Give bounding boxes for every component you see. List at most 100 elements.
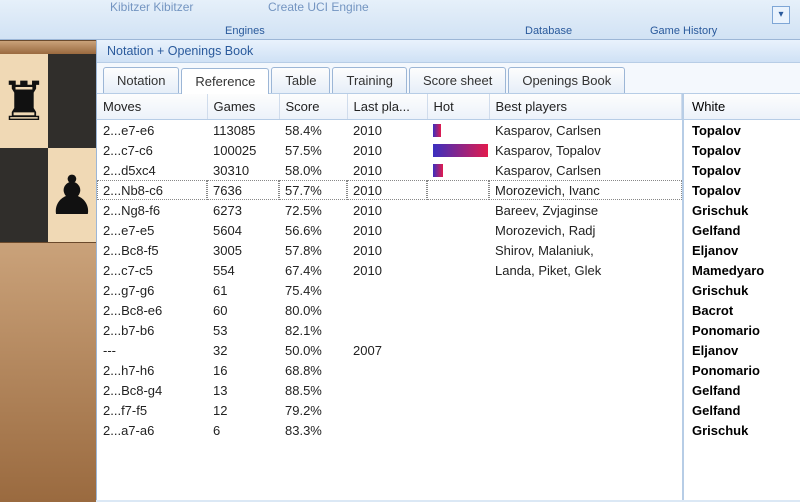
hot-cell bbox=[427, 160, 489, 180]
white-player-item[interactable]: Bacrot bbox=[684, 300, 800, 320]
move-cell: 2...c7-c5 bbox=[97, 260, 207, 280]
best-cell bbox=[489, 340, 682, 360]
best-cell: Morozevich, Radj bbox=[489, 220, 682, 240]
col-white[interactable]: White bbox=[684, 94, 800, 120]
table-row[interactable]: 2...d5xc43031058.0%2010Kasparov, Carlsen bbox=[97, 160, 682, 180]
white-player-item[interactable]: Mamedyaro bbox=[684, 260, 800, 280]
table-row[interactable]: 2...Nb8-c6763657.7%2010Morozevich, Ivanc bbox=[97, 180, 682, 200]
col-moves[interactable]: Moves bbox=[97, 94, 207, 120]
games-cell: 6273 bbox=[207, 200, 279, 220]
hot-cell bbox=[427, 360, 489, 380]
last-cell bbox=[347, 380, 427, 400]
white-player-item[interactable]: Eljanov bbox=[684, 240, 800, 260]
hot-bar bbox=[433, 164, 443, 177]
white-player-item[interactable]: Gelfand bbox=[684, 380, 800, 400]
table-row[interactable]: 2...a7-a6683.3% bbox=[97, 420, 682, 440]
games-cell: 113085 bbox=[207, 120, 279, 141]
score-cell: 80.0% bbox=[279, 300, 347, 320]
move-cell: 2...c7-c6 bbox=[97, 140, 207, 160]
score-cell: 57.5% bbox=[279, 140, 347, 160]
tab-score-sheet[interactable]: Score sheet bbox=[409, 67, 506, 93]
ribbon-fragment-uci[interactable]: Create UCI Engine bbox=[268, 0, 369, 14]
games-cell: 7636 bbox=[207, 180, 279, 200]
table-row[interactable]: 2...h7-h61668.8% bbox=[97, 360, 682, 380]
square-rook[interactable]: ♜ bbox=[0, 54, 48, 148]
move-cell: 2...d5xc4 bbox=[97, 160, 207, 180]
white-player-item[interactable]: Topalov bbox=[684, 160, 800, 180]
hot-cell bbox=[427, 120, 489, 141]
tab-notation[interactable]: Notation bbox=[103, 67, 179, 93]
table-row[interactable]: 2...Bc8-f5300557.8%2010Shirov, Malaniuk, bbox=[97, 240, 682, 260]
move-cell: --- bbox=[97, 340, 207, 360]
table-row[interactable]: 2...c7-c555467.4%2010Landa, Piket, Glek bbox=[97, 260, 682, 280]
white-player-item[interactable]: Ponomario bbox=[684, 360, 800, 380]
table-row[interactable]: 2...g7-g66175.4% bbox=[97, 280, 682, 300]
last-cell bbox=[347, 280, 427, 300]
hot-cell bbox=[427, 420, 489, 440]
best-cell: Kasparov, Carlsen bbox=[489, 120, 682, 141]
white-player-item[interactable]: Grischuk bbox=[684, 200, 800, 220]
col-best[interactable]: Best players bbox=[489, 94, 682, 120]
table-row[interactable]: 2...Ng8-f6627372.5%2010Bareev, Zvjaginse bbox=[97, 200, 682, 220]
white-player-item[interactable]: Topalov bbox=[684, 120, 800, 140]
games-cell: 13 bbox=[207, 380, 279, 400]
square-empty[interactable] bbox=[0, 148, 48, 242]
table-row[interactable]: 2...f7-f51279.2% bbox=[97, 400, 682, 420]
best-cell bbox=[489, 420, 682, 440]
white-player-item[interactable]: Topalov bbox=[684, 140, 800, 160]
ribbon-dropdown-icon[interactable]: ▾ bbox=[772, 6, 790, 24]
table-row[interactable]: 2...c7-c610002557.5%2010Kasparov, Topalo… bbox=[97, 140, 682, 160]
table-row[interactable]: ---3250.0%2007 bbox=[97, 340, 682, 360]
tab-training[interactable]: Training bbox=[332, 67, 406, 93]
pawn-icon: ♟ bbox=[48, 164, 96, 227]
last-cell bbox=[347, 420, 427, 440]
tab-openings-book[interactable]: Openings Book bbox=[508, 67, 625, 93]
last-cell bbox=[347, 360, 427, 380]
rook-icon: ♜ bbox=[0, 70, 48, 133]
hot-cell bbox=[427, 400, 489, 420]
white-player-item[interactable]: Grischuk bbox=[684, 280, 800, 300]
move-cell: 2...e7-e5 bbox=[97, 220, 207, 240]
white-player-item[interactable]: Eljanov bbox=[684, 340, 800, 360]
chessboard-strip: ♜ ♟ bbox=[0, 40, 96, 500]
white-player-item[interactable]: Gelfand bbox=[684, 220, 800, 240]
move-cell: 2...Ng8-f6 bbox=[97, 200, 207, 220]
col-score[interactable]: Score bbox=[279, 94, 347, 120]
white-players-panel: White TopalovTopalovTopalovTopalovGrisch… bbox=[682, 94, 800, 500]
last-cell: 2010 bbox=[347, 200, 427, 220]
score-cell: 68.8% bbox=[279, 360, 347, 380]
score-cell: 79.2% bbox=[279, 400, 347, 420]
table-row[interactable]: 2...Bc8-e66080.0% bbox=[97, 300, 682, 320]
move-cell: 2...Nb8-c6 bbox=[97, 180, 207, 200]
hot-cell bbox=[427, 220, 489, 240]
hot-cell bbox=[427, 340, 489, 360]
table-row[interactable]: 2...e7-e5560456.6%2010Morozevich, Radj bbox=[97, 220, 682, 240]
hot-cell bbox=[427, 380, 489, 400]
best-cell bbox=[489, 380, 682, 400]
ribbon-fragment-kibitzer[interactable]: Kibitzer Kibitzer bbox=[110, 0, 193, 14]
hot-cell bbox=[427, 260, 489, 280]
tab-reference[interactable]: Reference bbox=[181, 68, 269, 94]
games-cell: 30310 bbox=[207, 160, 279, 180]
last-cell: 2010 bbox=[347, 120, 427, 141]
white-player-item[interactable]: Gelfand bbox=[684, 400, 800, 420]
best-cell: Shirov, Malaniuk, bbox=[489, 240, 682, 260]
games-cell: 12 bbox=[207, 400, 279, 420]
ribbon-group-history[interactable]: Game History bbox=[650, 25, 717, 37]
square-pawn[interactable]: ♟ bbox=[48, 148, 96, 242]
score-cell: 67.4% bbox=[279, 260, 347, 280]
col-games[interactable]: Games bbox=[207, 94, 279, 120]
table-row[interactable]: 2...e7-e611308558.4%2010Kasparov, Carlse… bbox=[97, 120, 682, 141]
score-cell: 58.0% bbox=[279, 160, 347, 180]
games-cell: 554 bbox=[207, 260, 279, 280]
col-hot[interactable]: Hot bbox=[427, 94, 489, 120]
col-last[interactable]: Last pla... bbox=[347, 94, 427, 120]
tab-table[interactable]: Table bbox=[271, 67, 330, 93]
white-player-item[interactable]: Topalov bbox=[684, 180, 800, 200]
white-player-item[interactable]: Grischuk bbox=[684, 420, 800, 440]
table-row[interactable]: 2...b7-b65382.1% bbox=[97, 320, 682, 340]
table-row[interactable]: 2...Bc8-g41388.5% bbox=[97, 380, 682, 400]
square-empty[interactable] bbox=[48, 54, 96, 148]
white-player-item[interactable]: Ponomario bbox=[684, 320, 800, 340]
score-cell: 50.0% bbox=[279, 340, 347, 360]
